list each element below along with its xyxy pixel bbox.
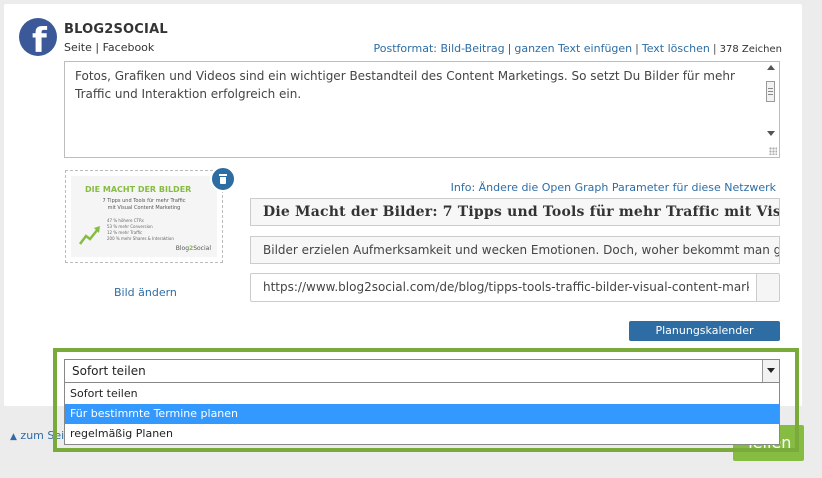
image-stat: 47 % höhere CTRs (107, 218, 144, 223)
network-subtitle: Seite | Facebook (64, 41, 155, 54)
image-line-2: mit Visual Content Marketing (107, 205, 181, 211)
scroll-thumb[interactable] (766, 81, 775, 102)
caret-up-icon: ▲ (10, 432, 17, 442)
post-text-area[interactable]: Fotos, Grafiken und Videos sind ein wich… (64, 61, 780, 158)
image-stat: 200 % mehr Shares & Interaktion (107, 236, 174, 241)
postformat-link[interactable]: Postformat: Bild-Beitrag (374, 42, 505, 55)
trash-icon[interactable] (210, 166, 236, 192)
textarea-scrollbar[interactable] (764, 63, 778, 143)
chevron-down-icon[interactable] (762, 360, 779, 382)
post-image: DIE MACHT DER BILDER 7 Tipps und Tools f… (71, 176, 217, 257)
image-logo: Blog2Social (175, 245, 211, 252)
share-mode-option[interactable]: Sofort teilen (65, 384, 779, 404)
og-url-field[interactable]: https://www.blog2social.com/de/blog/tipp… (250, 273, 780, 302)
og-title-field[interactable]: Die Macht der Bilder: 7 Tipps und Tools … (250, 198, 780, 226)
scroll-down-icon[interactable] (767, 131, 775, 136)
share-mode-option[interactable]: Für bestimmte Termine planen (65, 404, 779, 424)
og-description-field[interactable]: Bilder erzielen Aufmerksamkeit und wecke… (250, 236, 780, 264)
delete-text-link[interactable]: Text löschen (642, 42, 710, 55)
og-url-text: https://www.blog2social.com/de/blog/tipp… (263, 280, 749, 294)
image-stat: 53 % mehr Conversion (107, 224, 153, 229)
network-name: BLOG2SOCIAL (64, 22, 168, 37)
resize-grip-icon[interactable] (769, 147, 777, 155)
share-mode-dropdown: Sofort teilen Für bestimmte Termine plan… (64, 383, 780, 445)
facebook-icon: f (19, 18, 57, 56)
change-image-link[interactable]: Bild ändern (114, 286, 177, 299)
text-toolbar: Postformat: Bild-Beitrag | ganzen Text ein… (373, 42, 782, 55)
post-text: Fotos, Grafiken und Videos sind ein wich… (75, 69, 735, 101)
url-addon (756, 274, 779, 301)
schedule-calendar-button[interactable]: Planungskalender anzeigen (629, 321, 780, 357)
scroll-up-icon[interactable] (767, 65, 775, 70)
char-count: 378 Zeichen (719, 44, 782, 55)
share-mode-select[interactable]: Sofort teilen (64, 359, 780, 383)
image-stat: 12 % mehr Traffic (107, 230, 143, 235)
share-mode-selected: Sofort teilen (72, 364, 146, 378)
og-info-link[interactable]: Info: Ändere die Open Graph Parameter fü… (451, 181, 776, 194)
growth-arrow-icon (79, 226, 100, 245)
image-title: DIE MACHT DER BILDER (85, 185, 192, 194)
post-image-box: DIE MACHT DER BILDER 7 Tipps und Tools f… (65, 170, 223, 263)
insert-full-text-link[interactable]: ganzen Text einfügen (514, 42, 632, 55)
share-mode-option[interactable]: regelmäßig Planen (65, 424, 779, 444)
image-line-1: 7 Tipps und Tools für mehr Traffic (102, 198, 186, 204)
